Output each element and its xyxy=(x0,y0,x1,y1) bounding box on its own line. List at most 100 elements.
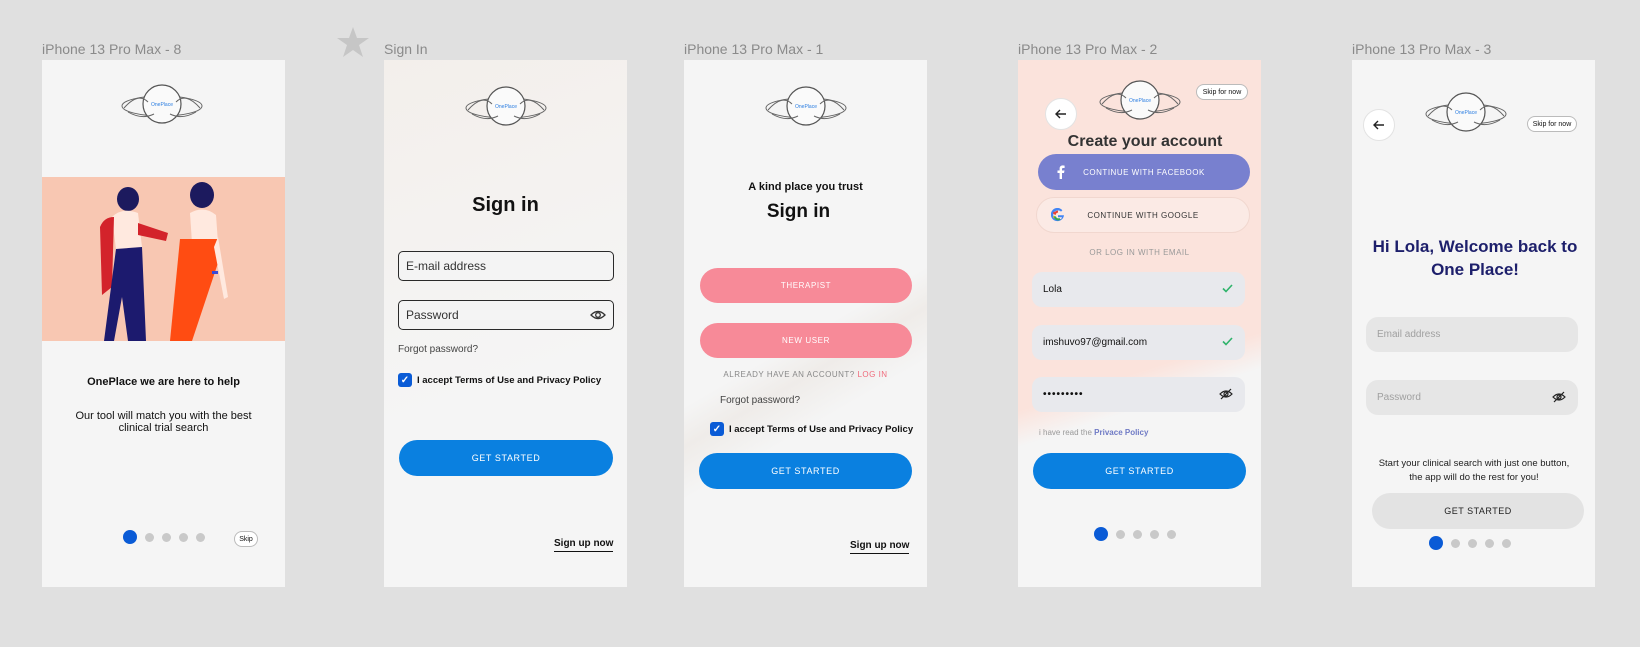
info-text: Start your clinical search with just one… xyxy=(1378,458,1570,483)
new-user-button[interactable]: NEW USER xyxy=(700,323,912,358)
sign-up-link[interactable]: Sign up now xyxy=(850,540,910,554)
therapist-button[interactable]: THERAPIST xyxy=(700,268,912,303)
sign-in-screen: OnePlace Sign in E-mail address Password… xyxy=(384,60,627,587)
name-input[interactable]: Lola xyxy=(1032,272,1245,307)
skip-button[interactable]: Skip xyxy=(234,531,258,547)
page-dot-active[interactable] xyxy=(1429,536,1443,550)
eye-icon[interactable] xyxy=(590,309,606,321)
page-dot[interactable] xyxy=(179,532,188,542)
role-select-screen: OnePlace A kind place you trust Sign in … xyxy=(684,60,927,587)
back-button[interactable] xyxy=(1363,109,1395,141)
policy-row: i have read the Privace Policy xyxy=(1039,428,1148,437)
logo-text: OnePlace xyxy=(1129,98,1151,104)
privacy-policy-link[interactable]: Privace Policy xyxy=(1094,428,1148,437)
logo-text: OnePlace xyxy=(795,104,817,110)
terms-label: I accept Terms of Use and Privacy Policy xyxy=(729,423,914,435)
page-dot[interactable] xyxy=(1167,529,1176,539)
name-value: Lola xyxy=(1043,284,1062,295)
skip-for-now-button[interactable]: Skip for now xyxy=(1527,116,1577,132)
frame-title-4: iPhone 13 Pro Max - 2 xyxy=(1018,41,1158,57)
email-input[interactable]: imshuvo97@gmail.com xyxy=(1032,325,1245,360)
password-input[interactable]: ••••••••• xyxy=(1032,377,1245,412)
create-account-screen: OnePlace Skip for now Create your accoun… xyxy=(1018,60,1261,587)
page-dot[interactable] xyxy=(162,532,171,542)
password-input[interactable]: Password xyxy=(398,300,614,330)
tagline: A kind place you trust xyxy=(748,181,863,193)
page-dot[interactable] xyxy=(1485,538,1494,548)
facebook-label: CONTINUE WITH FACEBOOK xyxy=(1083,167,1205,177)
or-email-divider: OR LOG IN WITH EMAIL xyxy=(1089,248,1190,257)
arrow-left-icon xyxy=(1373,120,1384,130)
forgot-password-link[interactable]: Forgot password? xyxy=(720,395,800,406)
onboarding-body: Our tool will match you with the best cl… xyxy=(75,410,252,434)
oneplace-logo: OnePlace xyxy=(1425,92,1507,132)
email-input[interactable]: Email address xyxy=(1366,317,1578,352)
welcome-heading: Hi Lola, Welcome back to One Place! xyxy=(1372,237,1578,279)
page-dot-active[interactable] xyxy=(1094,527,1108,541)
oneplace-logo: OnePlace xyxy=(765,86,847,126)
two-women-illustration xyxy=(100,182,228,341)
frame-title-3: iPhone 13 Pro Max - 1 xyxy=(684,41,824,57)
page-dot[interactable] xyxy=(1451,538,1460,548)
logo-text: OnePlace xyxy=(1455,110,1477,116)
oneplace-logo: OnePlace xyxy=(1099,80,1181,120)
page-dot[interactable] xyxy=(1502,538,1511,548)
email-input[interactable]: E-mail address xyxy=(398,251,614,281)
page-dot[interactable] xyxy=(145,532,154,542)
google-button[interactable]: CONTINUE WITH GOOGLE xyxy=(1036,197,1250,233)
google-label: CONTINUE WITH GOOGLE xyxy=(1087,210,1199,220)
already-account-row: ALREADY HAVE AN ACCOUNT? LOG IN xyxy=(684,370,927,379)
check-icon[interactable]: ✓ xyxy=(710,422,724,436)
terms-checkbox-row[interactable]: ✓ I accept Terms of Use and Privacy Poli… xyxy=(710,422,913,436)
page-dot[interactable] xyxy=(1468,538,1477,548)
check-icon[interactable]: ✓ xyxy=(398,373,412,387)
page-dot[interactable] xyxy=(1133,529,1142,539)
password-placeholder: Password xyxy=(1377,392,1421,403)
page-dot[interactable] xyxy=(1150,529,1159,539)
eye-off-icon[interactable] xyxy=(1552,391,1566,403)
page-indicator xyxy=(1094,527,1176,541)
page-dot-active[interactable] xyxy=(123,530,137,544)
logo-text: OnePlace xyxy=(495,104,517,110)
page-dot[interactable] xyxy=(1116,529,1125,539)
arrow-left-icon xyxy=(1055,109,1066,119)
password-placeholder: Password xyxy=(406,308,459,322)
email-placeholder: Email address xyxy=(1377,329,1441,340)
page-title: Sign in xyxy=(472,194,539,216)
skip-for-now-button[interactable]: Skip for now xyxy=(1196,84,1248,100)
back-button[interactable] xyxy=(1045,98,1077,130)
get-started-button[interactable]: GET STARTED xyxy=(1372,493,1584,529)
sign-up-link[interactable]: Sign up now xyxy=(554,538,614,552)
frame-title-1: iPhone 13 Pro Max - 8 xyxy=(42,41,182,57)
password-input[interactable]: Password xyxy=(1366,380,1578,415)
get-started-button[interactable]: GET STARTED xyxy=(399,440,613,476)
log-in-link[interactable]: LOG IN xyxy=(857,370,887,379)
oneplace-logo: OnePlace xyxy=(465,86,547,126)
policy-prefix: i have read the xyxy=(1039,428,1092,437)
page-indicator xyxy=(123,530,205,544)
frame-title-5: iPhone 13 Pro Max - 3 xyxy=(1352,41,1492,57)
email-placeholder: E-mail address xyxy=(406,259,487,273)
check-icon xyxy=(1222,337,1233,346)
star-icon xyxy=(337,27,369,57)
facebook-button[interactable]: CONTINUE WITH FACEBOOK xyxy=(1038,154,1250,190)
illustration-panel xyxy=(42,177,285,341)
get-started-button[interactable]: GET STARTED xyxy=(1033,453,1246,489)
check-icon xyxy=(1222,284,1233,293)
onboarding-screen: OnePlace OnePlace we are here to help Ou… xyxy=(42,60,285,587)
terms-checkbox-row[interactable]: ✓ I accept Terms of Use and Privacy Poli… xyxy=(398,373,601,387)
page-dot[interactable] xyxy=(196,532,205,542)
already-account-label: ALREADY HAVE AN ACCOUNT? xyxy=(723,370,855,379)
page-title: Sign in xyxy=(766,201,831,222)
logo-text: OnePlace xyxy=(151,102,173,108)
eye-off-icon[interactable] xyxy=(1219,388,1233,400)
get-started-button[interactable]: GET STARTED xyxy=(699,453,912,489)
forgot-password-link[interactable]: Forgot password? xyxy=(398,344,478,355)
welcome-back-screen: OnePlace Skip for now Hi Lola, Welcome b… xyxy=(1352,60,1595,587)
page-title: Create your account xyxy=(1067,133,1223,150)
email-value: imshuvo97@gmail.com xyxy=(1043,337,1148,348)
frame-title-2: Sign In xyxy=(384,41,428,57)
onboarding-headline: OnePlace we are here to help xyxy=(87,376,240,388)
oneplace-logo: OnePlace xyxy=(121,84,203,124)
page-indicator xyxy=(1429,536,1511,550)
